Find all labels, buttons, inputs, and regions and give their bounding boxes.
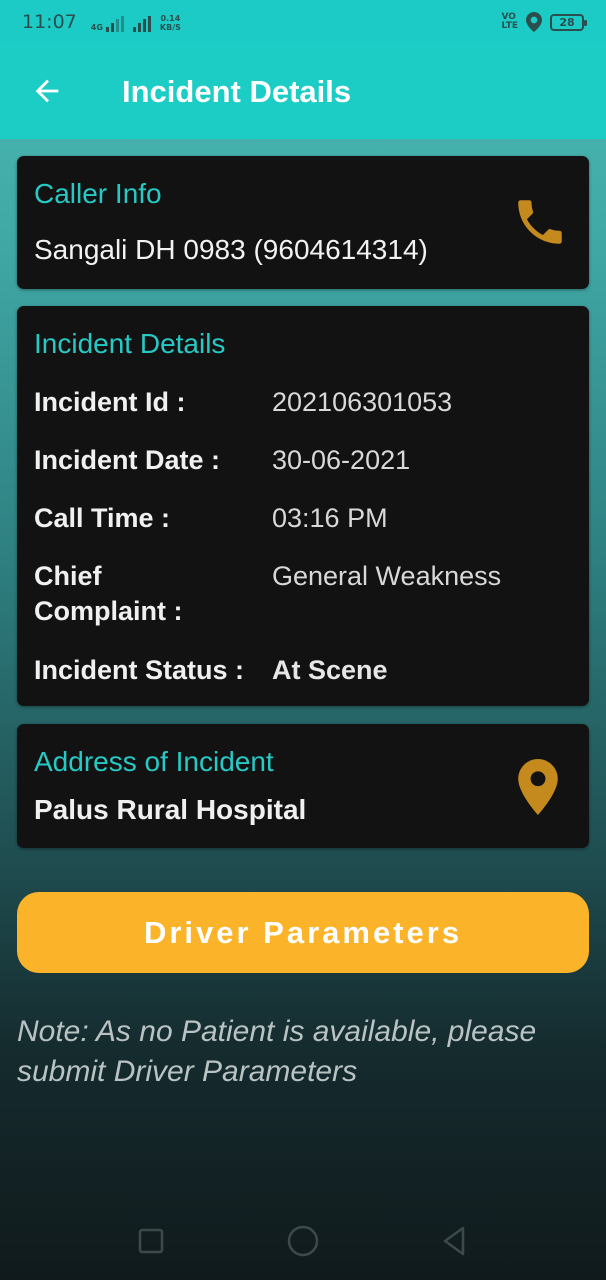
incident-date-value: 30-06-2021	[272, 445, 411, 475]
arrow-left-icon[interactable]	[30, 74, 64, 108]
incident-date-label: Incident Date :	[34, 445, 221, 475]
status-time: 11:07	[22, 11, 77, 33]
incident-id-value: 202106301053	[272, 387, 453, 417]
battery-icon: 28	[550, 13, 587, 31]
address-title: Address of Incident	[34, 746, 274, 777]
speed-unit: KB/S	[159, 23, 181, 32]
network-speed: 0.14 KB/S	[160, 14, 181, 32]
volte-indicator: VO LTE	[501, 13, 518, 31]
speed-value: 0.14	[160, 14, 181, 23]
home-icon[interactable]	[286, 1224, 320, 1258]
chief-complaint-value: General Weakness	[272, 561, 502, 591]
map-pin-icon[interactable]	[515, 759, 561, 815]
network-tag: 4G	[90, 23, 103, 32]
chief-complaint-label-line2: Complaint :	[34, 596, 183, 626]
page-title: Incident Details	[122, 74, 352, 109]
incident-details-title: Incident Details	[34, 328, 226, 359]
system-nav-bar	[0, 1200, 606, 1280]
note-text: Note: As no Patient is available, please…	[17, 1015, 537, 1088]
call-time-value: 03:16 PM	[272, 503, 388, 533]
caller-info-card: Caller Info Sangali DH 0983 (9604614314)	[17, 156, 589, 289]
chief-complaint-label: Chief Complaint :	[34, 559, 183, 629]
signal-icon	[105, 16, 124, 32]
network-indicator: 4G 0.14 KB/S	[91, 12, 181, 32]
battery-level: 28	[559, 15, 575, 29]
incident-id-label: Incident Id :	[34, 387, 186, 417]
incident-details-card: Incident Details Incident Id : 202106301…	[17, 306, 589, 706]
app-bar: Incident Details	[0, 44, 606, 139]
recent-apps-icon[interactable]	[134, 1224, 168, 1258]
caller-details: Sangali DH 0983 (9604614314)	[34, 234, 428, 265]
address-card: Address of Incident Palus Rural Hospital	[17, 724, 589, 848]
incident-status-value: At Scene	[272, 655, 388, 685]
status-bar: 11:07 4G 0.14 KB/S VO LTE 28	[0, 0, 606, 44]
back-triangle-icon[interactable]	[437, 1224, 471, 1258]
signal-icon	[132, 16, 151, 32]
incident-status-label: Incident Status :	[34, 655, 245, 685]
chief-complaint-label-line1: Chief	[34, 561, 102, 591]
caller-info-title: Caller Info	[34, 178, 162, 209]
location-icon	[526, 12, 542, 32]
driver-parameters-button[interactable]: Driver Parameters	[17, 892, 589, 973]
call-time-label: Call Time :	[34, 503, 171, 533]
address-value: Palus Rural Hospital	[34, 794, 307, 825]
volte-bottom: LTE	[501, 21, 518, 31]
phone-icon[interactable]	[511, 193, 569, 251]
